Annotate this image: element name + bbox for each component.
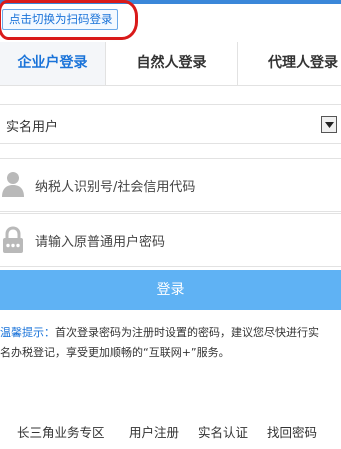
user-icon [2,171,24,199]
link-register[interactable]: 用户注册 [129,422,179,441]
link-recover-password[interactable]: 找回密码 [267,422,317,441]
tips-label: 温馨提示： [0,326,55,339]
link-real-name-auth[interactable]: 实名认证 [198,422,248,441]
tab-enterprise-login[interactable]: 企业户登录 [0,42,105,85]
tab-agent-login[interactable]: 代理人登录 [237,42,341,85]
chevron-down-icon[interactable] [321,116,337,133]
tips-line2: 名办税登记，享受更加顺畅的“互联网+”服务。 [0,346,230,359]
tax-id-input[interactable]: 纳税人识别号/社会信用代码 [35,176,195,195]
password-input[interactable]: 请输入原普通用户密码 [35,231,165,250]
tax-id-field[interactable]: 纳税人识别号/社会信用代码 [0,158,341,212]
user-type-value: 实名用户 [6,120,59,135]
user-type-select[interactable]: 实名用户 [0,104,341,144]
tab-individual-login[interactable]: 自然人登录 [105,42,237,85]
switch-to-qrcode-button[interactable]: 点击切换为扫码登录 [2,9,118,30]
login-button[interactable]: 登录 [0,270,341,310]
login-tabs: 企业户登录 自然人登录 代理人登录 [0,42,341,86]
tips-line1: 首次登录密码为注册时设置的密码，建议您尽快进行实 [55,326,319,339]
footer-links: 长三角业务专区 用户注册 实名认证 找回密码 [0,418,341,442]
link-yangtze-delta-zone[interactable]: 长三角业务专区 [17,422,105,441]
tips-text: 温馨提示：首次登录密码为注册时设置的密码，建议您尽快进行实 名办税登记，享受更加… [0,323,341,363]
password-field[interactable]: 请输入原普通用户密码 [0,213,341,267]
lock-icon [2,226,24,254]
